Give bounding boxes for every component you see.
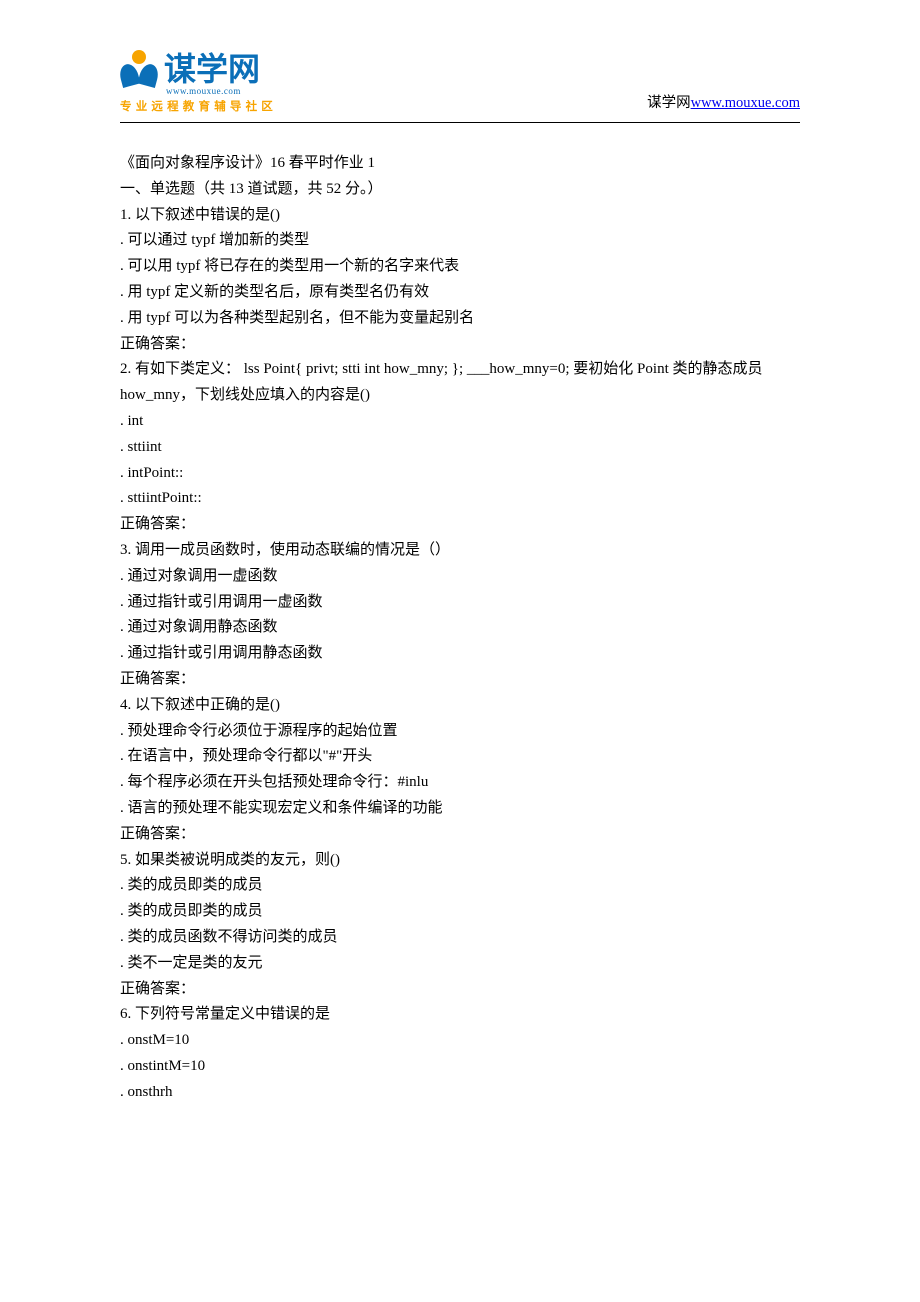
logo-icon [120, 50, 158, 88]
question-option: . 类的成员即类的成员 [120, 899, 800, 925]
logo-cn-text: 谋学网 [164, 53, 260, 85]
question-option: . 语言的预处理不能实现宏定义和条件编译的功能 [120, 796, 800, 822]
question-option: . 类不一定是类的友元 [120, 951, 800, 977]
question-stem: 3. 调用一成员函数时，使用动态联编的情况是（） [120, 538, 800, 564]
question-option: . 通过对象调用一虚函数 [120, 564, 800, 590]
question-option: . int [120, 409, 800, 435]
logo-block: 谋学网 www.mouxue.com 专业远程教育辅导社区 [120, 50, 277, 114]
question-4: 4. 以下叙述中正确的是() . 预处理命令行必须位于源程序的起始位置 . 在语… [120, 693, 800, 848]
answer-label: 正确答案： [120, 512, 800, 538]
answer-label: 正确答案： [120, 667, 800, 693]
document-title: 《面向对象程序设计》16 春平时作业 1 [120, 151, 800, 177]
header-divider [120, 122, 800, 123]
question-option: . 用 typf 定义新的类型名后，原有类型名仍有效 [120, 280, 800, 306]
question-option: . onstM=10 [120, 1028, 800, 1054]
question-option: . 在语言中，预处理命令行都以"#"开头 [120, 744, 800, 770]
question-3: 3. 调用一成员函数时，使用动态联编的情况是（） . 通过对象调用一虚函数 . … [120, 538, 800, 693]
question-stem: 1. 以下叙述中错误的是() [120, 203, 800, 229]
question-option: . 通过对象调用静态函数 [120, 615, 800, 641]
answer-label: 正确答案： [120, 332, 800, 358]
question-option: . 通过指针或引用调用静态函数 [120, 641, 800, 667]
answer-label: 正确答案： [120, 822, 800, 848]
question-stem: 6. 下列符号常量定义中错误的是 [120, 1002, 800, 1028]
question-2: 2. 有如下类定义： lss Point{ privt; stti int ho… [120, 357, 800, 538]
question-stem: 2. 有如下类定义： lss Point{ privt; stti int ho… [120, 357, 800, 409]
answer-label: 正确答案： [120, 977, 800, 1003]
header-right-prefix: 谋学网 [647, 95, 691, 111]
document-content: 《面向对象程序设计》16 春平时作业 1 一、单选题（共 13 道试题，共 52… [120, 151, 800, 1105]
question-option: . onstintM=10 [120, 1054, 800, 1080]
logo-tagline: 专业远程教育辅导社区 [120, 98, 277, 114]
question-option: . sttiint [120, 435, 800, 461]
page-header: 谋学网 www.mouxue.com 专业远程教育辅导社区 谋学网www.mou… [120, 50, 800, 114]
question-1: 1. 以下叙述中错误的是() . 可以通过 typf 增加新的类型 . 可以用 … [120, 203, 800, 358]
section-heading: 一、单选题（共 13 道试题，共 52 分。） [120, 177, 800, 203]
question-stem: 5. 如果类被说明成类的友元，则() [120, 848, 800, 874]
header-link[interactable]: www.mouxue.com [691, 95, 800, 111]
question-option: . intPoint:: [120, 461, 800, 487]
question-option: . 每个程序必须在开头包括预处理命令行：#inlu [120, 770, 800, 796]
question-option: . sttiintPoint:: [120, 486, 800, 512]
question-option: . 通过指针或引用调用一虚函数 [120, 590, 800, 616]
question-option: . 用 typf 可以为各种类型起别名，但不能为变量起别名 [120, 306, 800, 332]
question-option: . 可以用 typf 将已存在的类型用一个新的名字来代表 [120, 254, 800, 280]
question-option: . 可以通过 typf 增加新的类型 [120, 228, 800, 254]
question-option: . onsthrh [120, 1080, 800, 1106]
question-6: 6. 下列符号常量定义中错误的是 . onstM=10 . onstintM=1… [120, 1002, 800, 1105]
header-right-text: 谋学网www.mouxue.com [647, 91, 800, 114]
logo-top: 谋学网 [120, 50, 260, 88]
question-option: . 类的成员函数不得访问类的成员 [120, 925, 800, 951]
logo-url-text: www.mouxue.com [166, 86, 241, 96]
question-stem: 4. 以下叙述中正确的是() [120, 693, 800, 719]
question-option: . 类的成员即类的成员 [120, 873, 800, 899]
question-5: 5. 如果类被说明成类的友元，则() . 类的成员即类的成员 . 类的成员即类的… [120, 848, 800, 1003]
document-page: 谋学网 www.mouxue.com 专业远程教育辅导社区 谋学网www.mou… [0, 0, 920, 1165]
question-option: . 预处理命令行必须位于源程序的起始位置 [120, 719, 800, 745]
